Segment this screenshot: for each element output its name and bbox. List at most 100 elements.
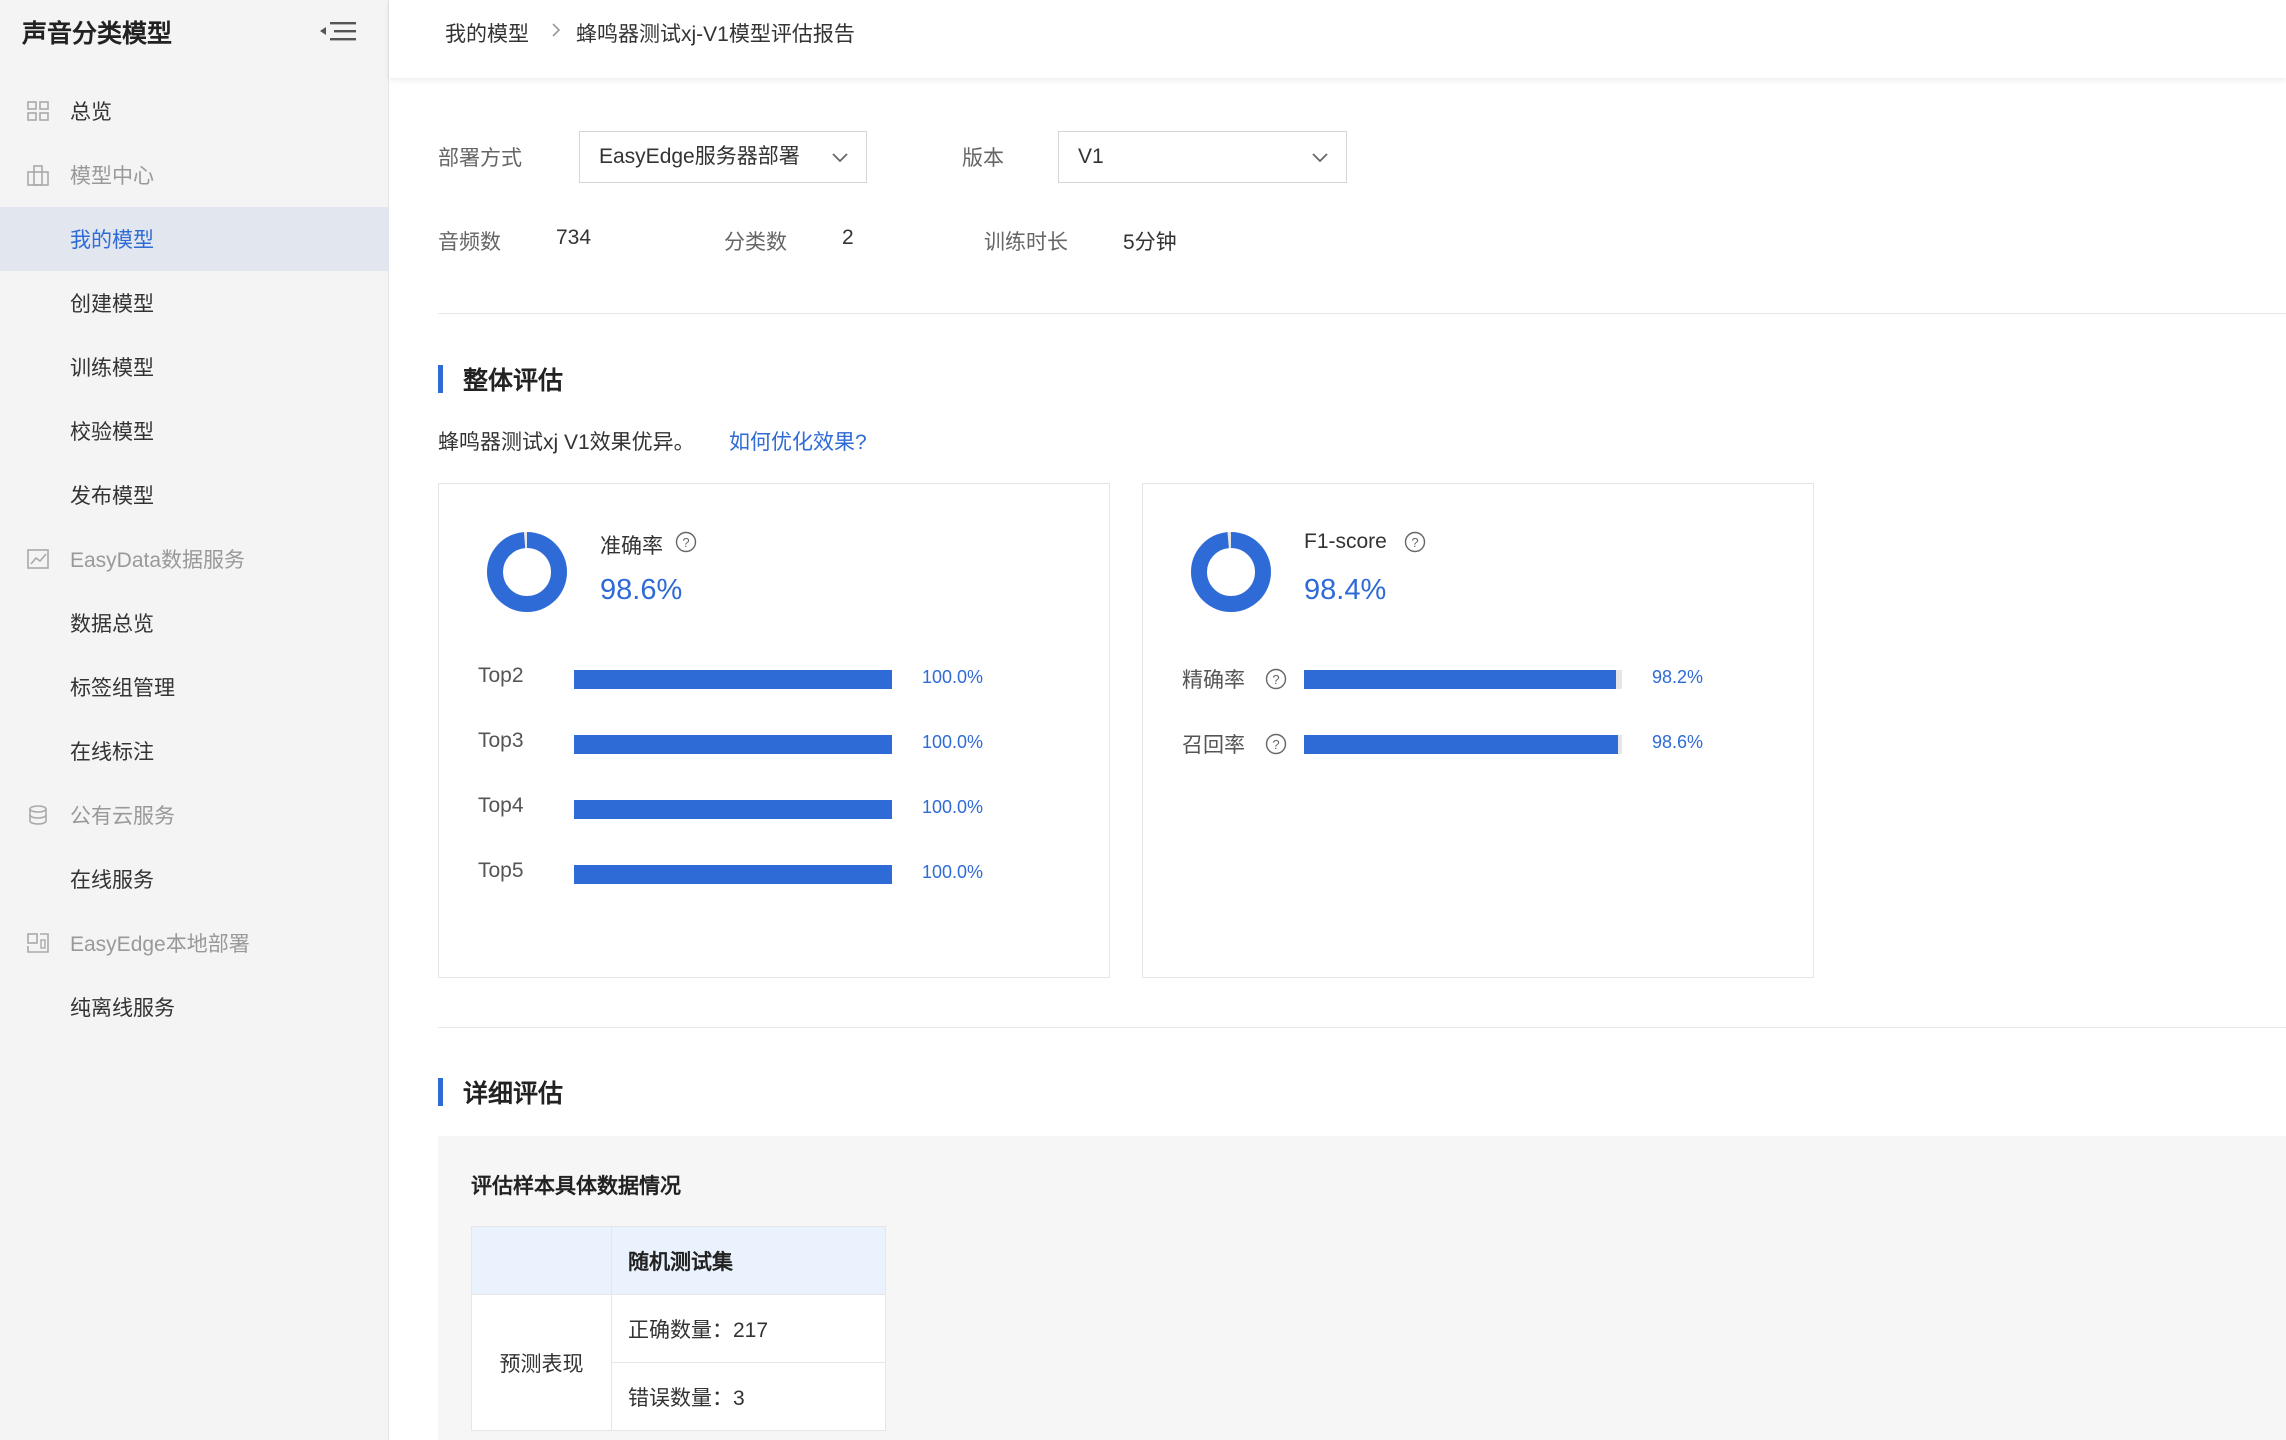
- accuracy-bar-row: Top2 100.0%: [439, 664, 1111, 694]
- chart-icon: [27, 549, 49, 569]
- sidebar-item-data-overview[interactable]: 数据总览: [0, 591, 389, 655]
- sidebar-item-model-center[interactable]: 模型中心: [0, 143, 389, 207]
- detail-heading: 评估样本具体数据情况: [471, 1175, 681, 1198]
- bar-label: 精确率: [1182, 669, 1245, 692]
- bar-fill: [574, 670, 892, 689]
- sidebar-item-online-service[interactable]: 在线服务: [0, 847, 389, 911]
- sidebar-item-label: 公有云服务: [70, 805, 175, 828]
- sidebar-item-offline-service[interactable]: 纯离线服务: [0, 975, 389, 1039]
- device-icon: [27, 933, 49, 953]
- detail-title-text: 详细评估: [463, 1080, 564, 1108]
- accuracy-card: 准确率 ? 98.6% Top2 100.0% Top3 100.0% Top4…: [438, 483, 1110, 978]
- bar-track: [574, 735, 892, 754]
- accuracy-donut: [487, 532, 567, 612]
- sidebar-item-label: 创建模型: [70, 293, 154, 316]
- svg-text:?: ?: [682, 535, 689, 550]
- table-column-header: 随机测试集: [611, 1226, 886, 1295]
- sidebar-item-train-model[interactable]: 训练模型: [0, 335, 389, 399]
- evaluation-table: 随机测试集 预测表现 正确数量：217 错误数量：3: [471, 1226, 886, 1431]
- bar-track: [1304, 735, 1622, 754]
- sidebar-item-online-labeling[interactable]: 在线标注: [0, 719, 389, 783]
- database-icon: [29, 805, 47, 825]
- bar-fill: [1304, 735, 1618, 754]
- sidebar: 声音分类模型 总览 模型中心 我的模型 创建模型 训练模型 校验模型 发布模型 …: [0, 0, 389, 1440]
- version-label: 版本: [962, 147, 1004, 170]
- audio-count-label: 音频数: [438, 231, 501, 254]
- building-icon: [27, 165, 49, 186]
- version-select[interactable]: V1: [1058, 131, 1347, 183]
- class-count-label: 分类数: [724, 231, 787, 254]
- detail-panel: 评估样本具体数据情况 随机测试集 预测表现 正确数量：217 错误数量：3: [438, 1136, 2286, 1440]
- sidebar-item-validate-model[interactable]: 校验模型: [0, 399, 389, 463]
- bar-percent: 98.2%: [1652, 667, 1704, 687]
- grid-icon: [27, 101, 49, 121]
- sidebar-item-label: 发布模型: [70, 485, 154, 508]
- svg-text:?: ?: [1411, 535, 1418, 550]
- table-header-row: 随机测试集: [471, 1226, 886, 1295]
- sidebar-item-public-cloud[interactable]: 公有云服务: [0, 783, 389, 847]
- f1-bar-row: 精确率 ? 98.2%: [1143, 664, 1815, 694]
- audio-count-value: 734: [556, 226, 592, 249]
- correct-count-cell: 正确数量：217: [611, 1294, 886, 1363]
- sidebar-item-label-groups[interactable]: 标签组管理: [0, 655, 389, 719]
- bar-fill: [574, 800, 892, 819]
- sidebar-item-label: EasyData数据服务: [70, 549, 246, 572]
- detail-section-title: 详细评估: [438, 1074, 563, 1110]
- deploy-select[interactable]: EasyEdge服务器部署: [579, 131, 867, 183]
- sidebar-item-label: 训练模型: [70, 357, 154, 380]
- sidebar-item-label: 总览: [70, 101, 112, 124]
- chevron-down-icon: [1312, 153, 1328, 163]
- f1-name: F1-score: [1304, 530, 1387, 553]
- sidebar-item-label: 在线服务: [70, 869, 154, 892]
- bar-fill: [574, 735, 892, 754]
- optimize-help-link[interactable]: 如何优化效果?: [729, 426, 867, 456]
- sidebar-item-label: 纯离线服务: [70, 997, 175, 1020]
- overall-summary: 蜂鸣器测试xj V1效果优异。: [438, 431, 695, 454]
- sidebar-item-easydata[interactable]: EasyData数据服务: [0, 527, 389, 591]
- train-time-label: 训练时长: [984, 231, 1068, 254]
- table-row-header: 预测表现: [471, 1294, 612, 1431]
- help-icon[interactable]: ?: [1265, 668, 1287, 690]
- top-header: 我的模型 蜂鸣器测试xj-V1模型评估报告: [389, 0, 2286, 78]
- bar-track: [1304, 670, 1622, 689]
- overall-title-text: 整体评估: [463, 367, 564, 395]
- sidebar-item-easyedge[interactable]: EasyEdge本地部署: [0, 911, 389, 975]
- svg-text:?: ?: [1272, 737, 1279, 752]
- overall-section-title: 整体评估: [438, 361, 563, 397]
- help-icon[interactable]: ?: [1265, 733, 1287, 755]
- app-title: 声音分类模型: [22, 20, 173, 48]
- sidebar-item-my-models[interactable]: 我的模型: [0, 207, 389, 271]
- sidebar-item-label: 我的模型: [70, 229, 154, 252]
- divider: [438, 1027, 2286, 1028]
- chevron-right-icon: [552, 23, 561, 37]
- bar-percent: 98.6%: [1652, 732, 1704, 752]
- sidebar-item-create-model[interactable]: 创建模型: [0, 271, 389, 335]
- sidebar-item-label: 模型中心: [70, 165, 154, 188]
- help-icon[interactable]: ?: [675, 531, 697, 553]
- table-row: 预测表现 正确数量：217: [471, 1294, 886, 1431]
- f1-card: F1-score ? 98.4% 精确率 ? 98.2% 召回率 ? 98.6%: [1142, 483, 1814, 978]
- bar-label: Top2: [478, 664, 524, 687]
- sidebar-item-overview[interactable]: 总览: [0, 79, 389, 143]
- f1-donut: [1191, 532, 1271, 612]
- svg-text:?: ?: [1272, 672, 1279, 687]
- bar-fill: [574, 865, 892, 884]
- bar-label: Top3: [478, 729, 524, 752]
- sidebar-item-label: 数据总览: [70, 613, 154, 636]
- breadcrumb-parent[interactable]: 我的模型: [445, 18, 529, 48]
- help-icon[interactable]: ?: [1404, 531, 1426, 553]
- class-count-value: 2: [842, 226, 854, 249]
- deploy-label: 部署方式: [438, 147, 522, 170]
- wrong-count-cell: 错误数量：3: [611, 1362, 886, 1431]
- accuracy-bar-row: Top3 100.0%: [439, 729, 1111, 759]
- bar-fill: [1304, 670, 1617, 689]
- f1-bar-row: 召回率 ? 98.6%: [1143, 729, 1815, 759]
- f1-value: 98.4%: [1304, 574, 1387, 606]
- table-corner-cell: [471, 1226, 612, 1295]
- collapse-menu-icon[interactable]: [318, 16, 358, 46]
- bar-percent: 100.0%: [922, 862, 984, 882]
- accuracy-value: 98.6%: [600, 574, 683, 606]
- chevron-down-icon: [832, 153, 848, 163]
- bar-track: [574, 865, 892, 884]
- sidebar-item-publish-model[interactable]: 发布模型: [0, 463, 389, 527]
